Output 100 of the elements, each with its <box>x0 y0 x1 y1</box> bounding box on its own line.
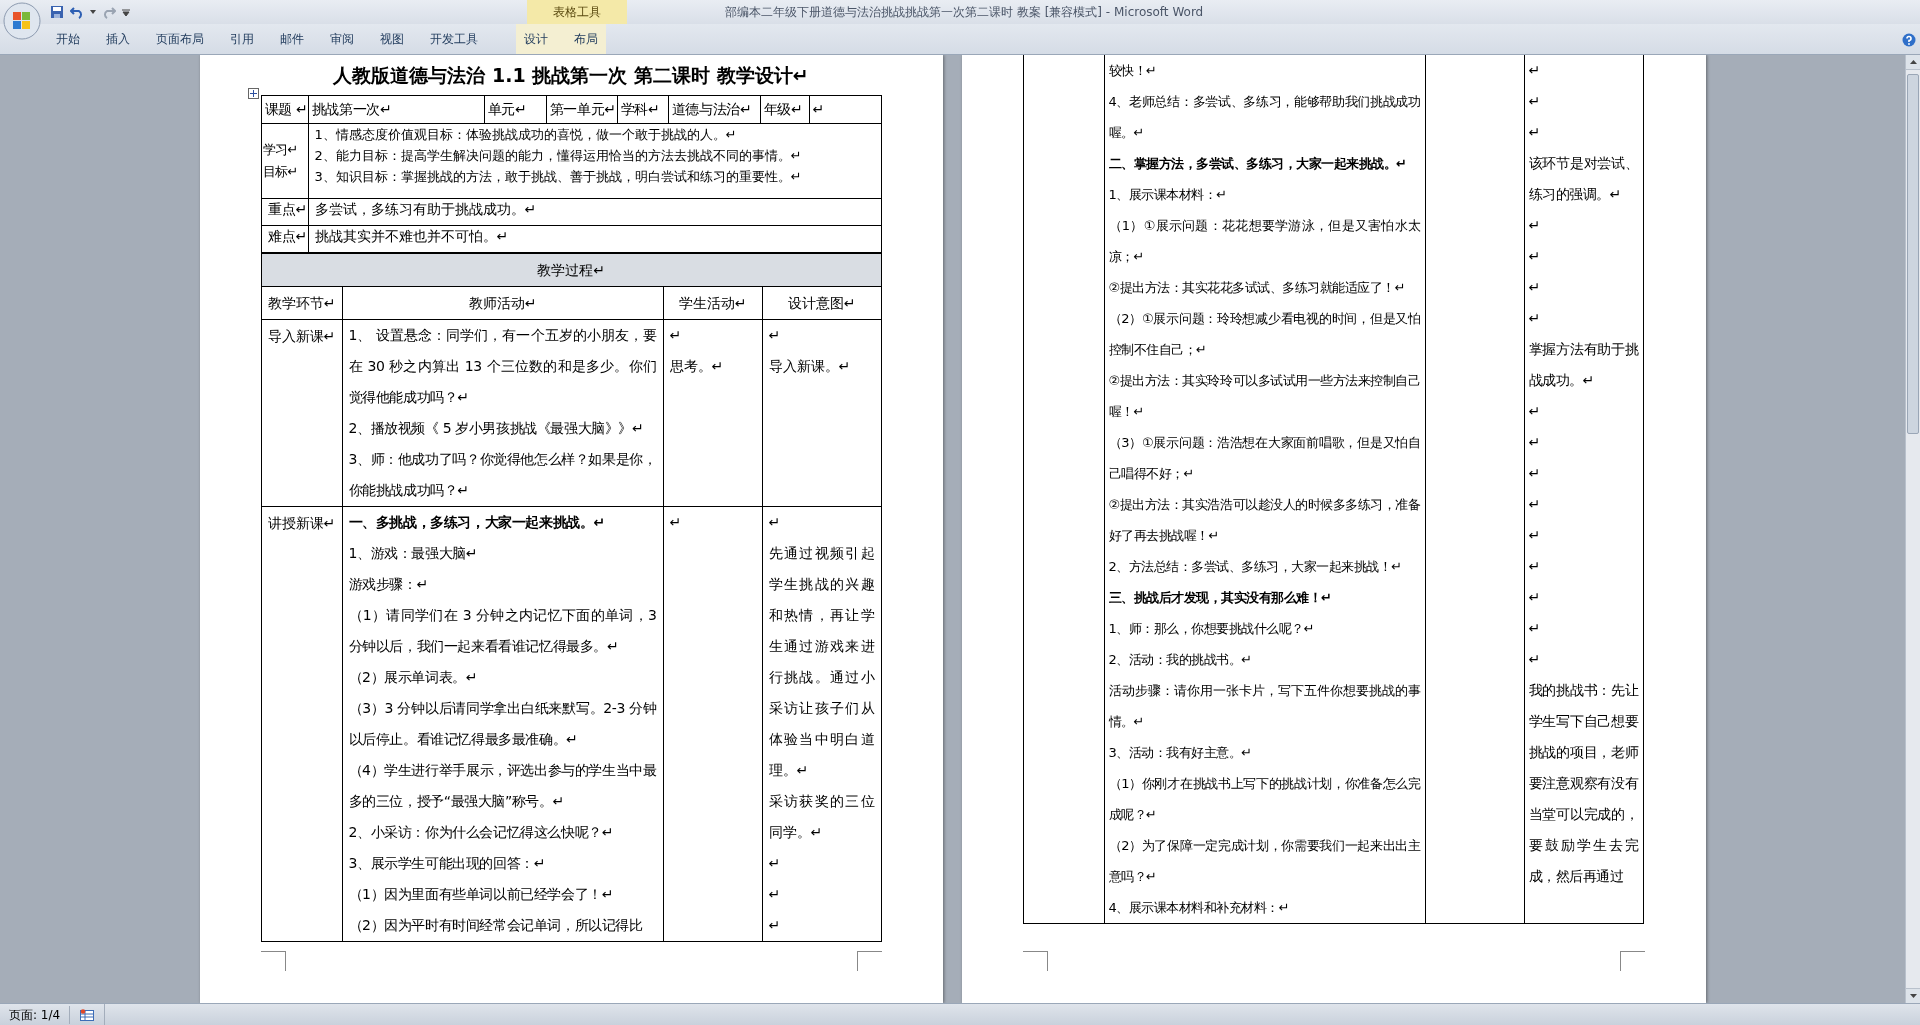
field-value: 挑战第一次↵ <box>311 101 392 117</box>
paragraph-text: 讲授新课↵ <box>267 514 336 533</box>
field-label: 年级↵ <box>763 101 803 117</box>
paragraph-text: 2、能力目标：提高学生解决问题的能力，懂得运用恰当的方法去挑战不同的事情。↵ <box>314 147 803 165</box>
paragraph-text: 游戏步骤：↵ <box>348 575 429 594</box>
document-title: 人教版道德与法治 1.1 挑战第一次 第二课时 教学设计↵ <box>333 62 809 88</box>
paragraph-text: ↵ <box>669 513 683 532</box>
field-label: 课题 ↵ <box>264 101 308 117</box>
paragraph-text: ↵ <box>1528 619 1541 638</box>
field-label: 学科↵ <box>620 101 660 117</box>
paragraph-text: ↵ <box>768 916 782 935</box>
paragraph-text: （3）①展示问题：浩浩想在大家面前唱歌，但是又怕自己唱得不好；↵ <box>1108 434 1421 483</box>
context-group-label: 表格工具 <box>552 4 602 21</box>
paragraph-text: 一、多挑战，多练习，大家一起来挑战。↵ <box>348 513 606 532</box>
paragraph-text: ↵ <box>1528 309 1541 328</box>
column-header: 教学环节↵ <box>267 294 336 311</box>
paragraph-text: 二、掌握方法，多尝试、多练习，大家一起来挑战。↵ <box>1108 155 1408 173</box>
paragraph-text: 导入新课。↵ <box>768 357 852 376</box>
ribbon-tab[interactable]: 视图 <box>380 30 404 48</box>
paragraph-text: 采访获奖的三位同学。↵ <box>768 792 875 842</box>
field-label: 重点↵ <box>267 201 308 217</box>
page-indicator[interactable]: 页面: 1/4 <box>0 1005 71 1024</box>
paragraph-text: ↵ <box>1528 247 1541 266</box>
paragraph-text: 2、播放视频《 5 岁小男孩挑战《最强大脑》》↵ <box>348 419 645 438</box>
paragraph-text: 该环节是对尝试、练习的强调。↵ <box>1528 154 1639 204</box>
paragraph-text: ↵ <box>768 885 782 904</box>
paragraph-text: 3、展示学生可能出现的回答：↵ <box>348 854 547 873</box>
paragraph-text: 较快！↵ <box>1108 62 1158 80</box>
paragraph-text: 掌握方法有助于挑战成功。↵ <box>1528 340 1639 390</box>
paragraph-text: ↵ <box>1528 588 1541 607</box>
paragraph-text: 导入新课↵ <box>267 327 336 346</box>
paragraph-text: 先通过视频引起学生挑战的兴趣和热情，再让学生通过游戏来进行挑战。通过小采访让孩子们从体验当中明白道理。↵ <box>768 544 875 780</box>
paragraph-text: ↵ <box>768 854 782 873</box>
ribbon-tab[interactable]: 设计 <box>524 30 548 48</box>
window-title: 部编本二年级下册道德与法治挑战挑战第一次第二课时 教案 [兼容模式] - Microsoft Word <box>725 4 1204 21</box>
paragraph-text: （1）你刚才在挑战书上写下的挑战计划，你准备怎么完成呢？↵ <box>1108 775 1421 824</box>
field-value: ↵ <box>812 101 824 117</box>
ribbon-tab[interactable]: 邮件 <box>280 30 304 48</box>
ribbon-tab[interactable]: 布局 <box>574 30 598 48</box>
paragraph-text: ↵ <box>1528 650 1541 669</box>
paragraph-text: ↵ <box>1528 61 1541 80</box>
paragraph-text: 4、展示课本材料和补充材料：↵ <box>1108 899 1291 917</box>
column-header: 教师活动↵ <box>468 294 537 311</box>
paragraph-text: 我的挑战书：先让学生写下自己想要挑战的项目，老师要注意观察有没有当堂可以完成的，要鼓励学生去完成，然后再通过 <box>1528 681 1639 886</box>
paragraph-text: （2）展示单词表。↵ <box>348 668 479 687</box>
ribbon-tab[interactable]: 页面布局 <box>156 30 204 48</box>
paragraph-text: ↵ <box>768 326 782 345</box>
paragraph-text: 三、挑战后才发现，其实没有那么难！↵ <box>1108 589 1333 607</box>
paragraph-text: 思考。↵ <box>669 357 725 376</box>
paragraph-text: 2、小采访：你为什么会记忆得这么快呢？↵ <box>348 823 615 842</box>
ribbon-tab[interactable]: 引用 <box>230 30 254 48</box>
field-value: 挑战其实并不难也并不可怕。↵ <box>314 228 509 244</box>
paragraph-text: 1、展示课本材料：↵ <box>1108 186 1228 204</box>
paragraph-text: ↵ <box>768 513 782 532</box>
field-value: 第一单元↵ <box>549 101 616 117</box>
paragraph-text: 2、方法总结：多尝试、多练习，大家一起来挑战！↵ <box>1108 558 1403 576</box>
paragraph-text: ↵ <box>1528 123 1541 142</box>
paragraph-text: 4、老师总结：多尝试、多练习，能够帮助我们挑战成功喔。↵ <box>1108 93 1421 142</box>
paragraph-text: （1）①展示问题：花花想要学游泳，但是又害怕水太凉；↵ <box>1108 217 1421 266</box>
ribbon-tab[interactable]: 开始 <box>56 30 80 48</box>
paragraph-text: ②提出方法：其实浩浩可以趁没人的时候多多练习，准备好了再去挑战喔！↵ <box>1108 496 1421 545</box>
paragraph-text: 3、师：他成功了吗？你觉得他怎么样？如果是你，你能挑战成功吗？↵ <box>348 450 657 500</box>
paragraph-text: （2）为了保障一定完成计划，你需要我们一起来出出主意吗？↵ <box>1108 837 1421 886</box>
ribbon-tab[interactable]: 开发工具 <box>430 30 478 48</box>
field-label: 单元↵ <box>487 101 527 117</box>
paragraph-text: （4）学生进行举手展示，评选出参与的学生当中最多的三位，授予“最强大脑”称号。↵ <box>348 761 657 811</box>
paragraph-text: ↵ <box>1528 278 1541 297</box>
paragraph-text: 3、活动：我有好主意。↵ <box>1108 744 1253 762</box>
paragraph-text: （1）因为里面有些单词以前已经学会了！↵ <box>348 885 615 904</box>
field-value: 道德与法治↵ <box>671 101 752 117</box>
paragraph-text: ②提出方法：其实花花多试试、多练习就能适应了！↵ <box>1108 279 1407 297</box>
paragraph-text: 1、游戏：最强大脑↵ <box>348 544 479 563</box>
paragraph-text: 3、知识目标：掌握挑战的方法，敢于挑战、善于挑战，明白尝试和练习的重要性。↵ <box>314 168 803 186</box>
paragraph-text: （3）3 分钟以后请同学拿出白纸来默写。2-3 分钟以后停止。看谁记忆得最多最准确。↵ <box>348 699 657 749</box>
paragraph-text: 活动步骤：请你用一张卡片，写下五件你想要挑战的事情。↵ <box>1108 682 1421 731</box>
paragraph-text: ↵ <box>1528 495 1541 514</box>
field-label: 难点↵ <box>267 228 308 244</box>
paragraph-text: ↵ <box>1528 402 1541 421</box>
paragraph-text: （2）①展示问题：玲玲想减少看电视的时间，但是又怕控制不住自己；↵ <box>1108 310 1421 359</box>
ribbon-tab[interactable]: 插入 <box>106 30 130 48</box>
ribbon-tab[interactable]: 审阅 <box>330 30 354 48</box>
paragraph-text: 1、 设置悬念：同学们，有一个五岁的小朋友，要在 30 秒之内算出 13 个三位数的和是多少。你们觉得他能成功吗？↵ <box>348 326 657 407</box>
section-heading: 教学过程↵ <box>537 261 605 278</box>
column-header: 设计意图↵ <box>787 294 856 311</box>
column-header: 学生活动↵ <box>678 294 747 311</box>
paragraph-text: 1、情感态度价值观目标：体验挑战成功的喜悦，做一个敢于挑战的人。↵ <box>314 126 738 144</box>
field-value: 多尝试，多练习有助于挑战成功。↵ <box>314 201 537 217</box>
field-label: 学习↵目标↵ <box>262 141 299 181</box>
paragraph-text: 1、师：那么，你想要挑战什么呢？↵ <box>1108 620 1316 638</box>
paragraph-text: （2）因为平时有时间经常会记单词，所以记得比 <box>348 916 644 935</box>
paragraph-text: ↵ <box>1528 433 1541 452</box>
paragraph-text: 2、活动：我的挑战书。↵ <box>1108 651 1253 669</box>
paragraph-text: ↵ <box>1528 557 1541 576</box>
paragraph-text: ②提出方法：其实玲玲可以多试试用一些方法来控制自己喔！↵ <box>1108 372 1421 421</box>
paragraph-text: ↵ <box>1528 216 1541 235</box>
paragraph-text: ↵ <box>1528 526 1541 545</box>
paragraph-text: ↵ <box>669 326 683 345</box>
paragraph-text: （1）请同学们在 3 分钟之内记忆下面的单词，3 分钟以后，我们一起来看看谁记忆得最多。↵ <box>348 606 657 656</box>
paragraph-text: ↵ <box>1528 464 1541 483</box>
paragraph-text: ↵ <box>1528 92 1541 111</box>
